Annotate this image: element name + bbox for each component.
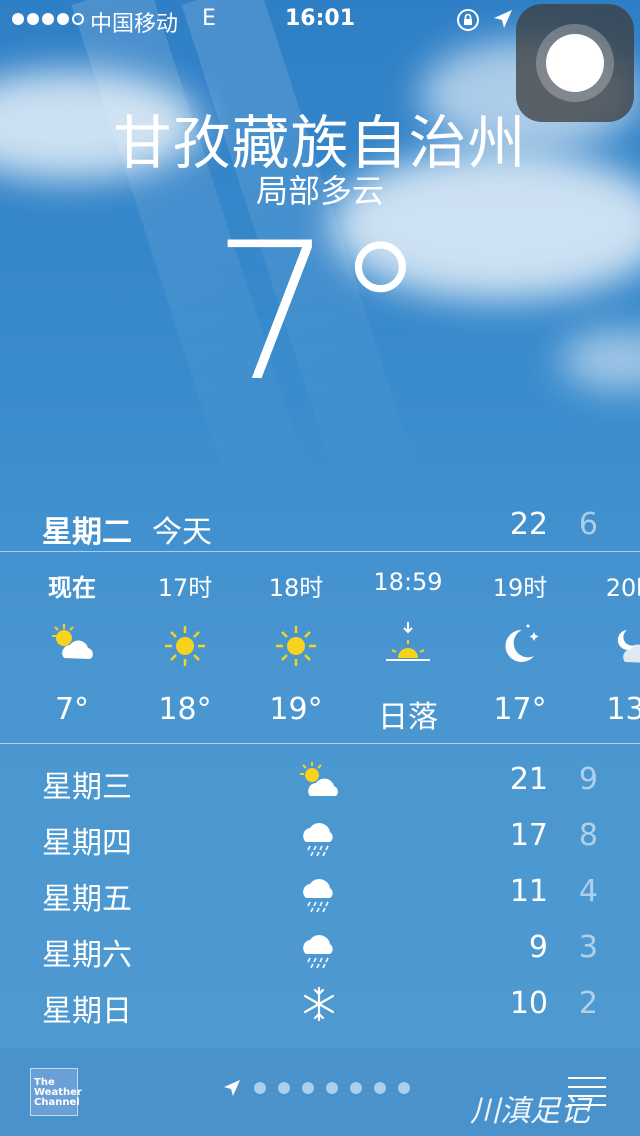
current-temperature: 7° <box>212 202 428 423</box>
partly-cloudy-icon <box>300 762 338 796</box>
daily-row: 星期日 10 2 <box>0 976 640 1032</box>
hourly-forecast[interactable]: 现在 7° 17时 18° 18时 19° 18:59 日落 19时 17° 2… <box>0 553 640 743</box>
page-dot <box>398 1082 410 1094</box>
hour-temp: 7° <box>54 692 90 727</box>
day-name: 星期日 <box>42 994 132 1029</box>
day-high: 11 <box>509 874 548 909</box>
daily-row: 星期四 17 8 <box>0 808 640 864</box>
day-high: 10 <box>509 986 548 1021</box>
hourly-item: 19时 17° <box>465 553 575 727</box>
hourly-item: 18时 19° <box>241 553 351 727</box>
hour-label: 17时 <box>157 574 213 602</box>
watermark: 川滇足记 <box>470 1094 590 1129</box>
daily-row: 星期六 9 3 <box>0 920 640 976</box>
hourly-item: 20时 13° <box>578 553 640 727</box>
divider <box>0 551 640 552</box>
daily-row: 星期五 11 4 <box>0 864 640 920</box>
page-dot <box>302 1082 314 1094</box>
sun-icon <box>276 626 316 666</box>
divider <box>0 743 640 744</box>
today-summary: 星期二 今天 22 6 <box>0 503 640 550</box>
rain-icon <box>303 823 333 857</box>
location-arrow-icon <box>494 10 512 28</box>
today-day: 星期二 <box>42 515 132 550</box>
day-high: 9 <box>528 930 548 965</box>
page-dot <box>350 1082 362 1094</box>
day-low: 3 <box>578 930 598 965</box>
page-dot <box>326 1082 338 1094</box>
hour-temp: 17° <box>493 692 547 727</box>
weather-channel-logo[interactable]: The Weather Channel <box>30 1068 82 1116</box>
hour-label: 现在 <box>48 574 96 602</box>
day-high: 17 <box>509 818 548 853</box>
daily-forecast[interactable]: 星期三 21 9 星期四 17 8 星期五 11 4 星期六 9 3 星期日 1… <box>0 752 640 1032</box>
hour-label: 20时 <box>605 574 640 602</box>
rain-icon <box>303 935 333 969</box>
page-dot <box>254 1082 266 1094</box>
hourly-item: 18:59 日落 <box>353 553 463 736</box>
day-high: 21 <box>509 762 548 797</box>
hour-label: 18时 <box>268 574 324 602</box>
hourly-item: 现在 7° <box>17 553 127 727</box>
partly-cloudy-icon <box>52 624 93 659</box>
day-low: 8 <box>578 818 598 853</box>
page-dot <box>374 1082 386 1094</box>
today-high: 22 <box>509 507 548 542</box>
today-label: 今天 <box>152 515 212 550</box>
rain-icon <box>303 879 333 913</box>
snow-icon <box>303 986 335 1022</box>
daily-row: 星期三 21 9 <box>0 752 640 808</box>
hourly-item: 17时 18° <box>130 553 240 727</box>
page-dot <box>278 1082 290 1094</box>
day-name: 星期四 <box>42 826 132 861</box>
hour-temp: 18° <box>158 692 212 727</box>
partly-cloudy-night-icon <box>617 630 640 663</box>
rotation-lock-icon <box>457 9 479 31</box>
hour-temp: 19° <box>269 692 323 727</box>
hour-temp: 13° <box>606 692 640 727</box>
hour-label: 19时 <box>492 574 548 602</box>
day-low: 2 <box>578 986 598 1021</box>
page-indicator[interactable] <box>222 1078 410 1098</box>
day-low: 4 <box>578 874 598 909</box>
hour-temp: 日落 <box>378 700 438 735</box>
hour-label: 18:59 <box>373 568 443 596</box>
current-location-icon <box>224 1080 240 1096</box>
sunset-icon <box>386 622 430 661</box>
day-name: 星期六 <box>42 938 132 973</box>
day-low: 9 <box>578 762 598 797</box>
today-low: 6 <box>578 507 598 542</box>
moon-icon <box>505 624 539 662</box>
day-name: 星期三 <box>42 770 132 805</box>
day-name: 星期五 <box>42 882 132 917</box>
sun-icon <box>165 626 205 666</box>
